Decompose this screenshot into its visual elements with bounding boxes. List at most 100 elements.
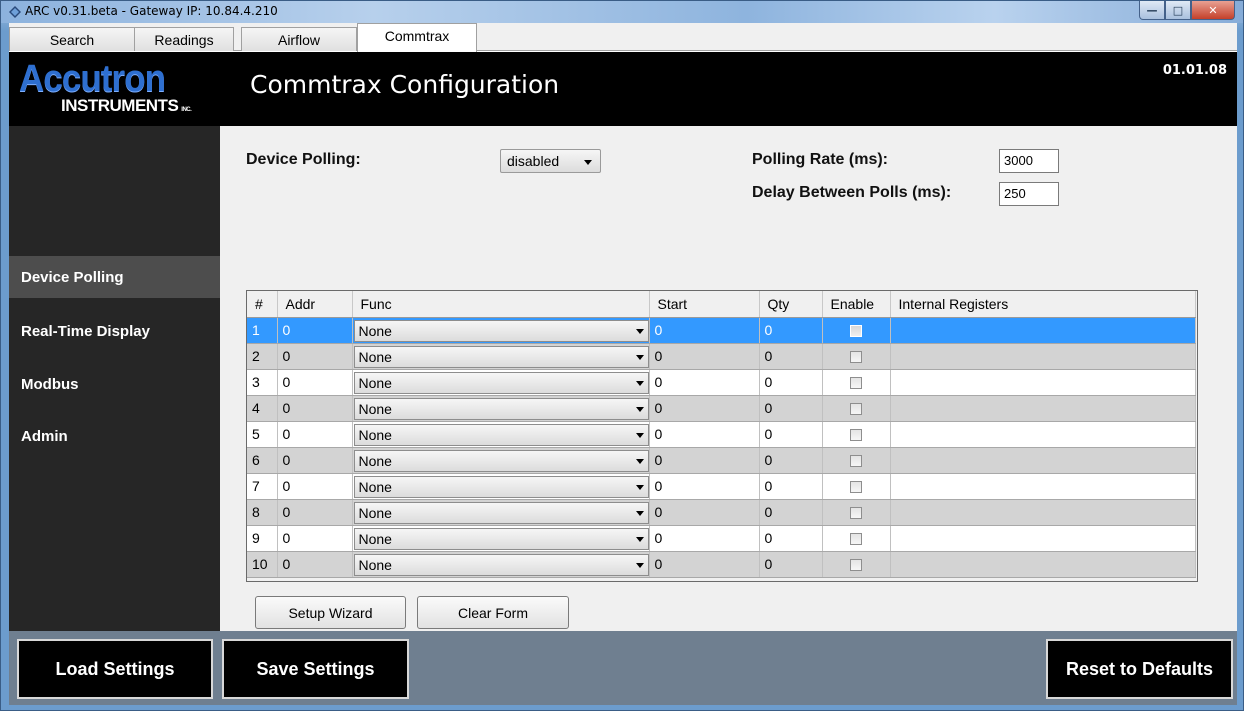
qty-cell[interactable]: 0: [759, 551, 823, 578]
column-header-func[interactable]: Func: [352, 291, 650, 318]
column-header-enable[interactable]: Enable: [822, 291, 891, 318]
table-row[interactable]: 2 0 None 0 0: [247, 343, 1196, 370]
polling-grid[interactable]: # Addr Func Start Qty Enable Internal Re…: [246, 290, 1198, 582]
start-cell[interactable]: 0: [649, 343, 760, 370]
enable-cell[interactable]: [822, 525, 891, 552]
enable-cell[interactable]: [822, 447, 891, 474]
table-row[interactable]: 10 0 None 0 0: [247, 551, 1196, 578]
sidebar-item-device-polling[interactable]: Device Polling: [9, 256, 220, 298]
maximize-icon[interactable]: □: [1165, 1, 1191, 20]
clear-form-button[interactable]: Clear Form: [417, 596, 569, 629]
enable-checkbox[interactable]: [850, 429, 862, 442]
func-select[interactable]: None: [353, 319, 649, 342]
column-header-internal-registers[interactable]: Internal Registers: [890, 291, 1196, 318]
addr-cell[interactable]: 0: [277, 421, 353, 448]
setup-wizard-button[interactable]: Setup Wizard: [255, 596, 406, 629]
func-cell[interactable]: None: [352, 551, 650, 578]
internal-registers-cell[interactable]: [890, 447, 1196, 474]
func-cell[interactable]: None: [352, 395, 650, 422]
addr-cell[interactable]: 0: [277, 395, 353, 422]
start-cell[interactable]: 0: [649, 317, 760, 344]
enable-checkbox[interactable]: [850, 559, 862, 572]
table-row[interactable]: 6 0 None 0 0: [247, 447, 1196, 474]
func-select[interactable]: None: [353, 501, 649, 524]
addr-cell[interactable]: 0: [277, 551, 353, 578]
qty-cell[interactable]: 0: [759, 499, 823, 526]
internal-registers-cell[interactable]: [890, 525, 1196, 552]
func-select[interactable]: None: [353, 345, 649, 368]
addr-cell[interactable]: 0: [277, 369, 353, 396]
func-cell[interactable]: None: [352, 343, 650, 370]
table-row[interactable]: 4 0 None 0 0: [247, 395, 1196, 422]
internal-registers-cell[interactable]: [890, 473, 1196, 500]
start-cell[interactable]: 0: [649, 499, 760, 526]
table-row[interactable]: 8 0 None 0 0: [247, 499, 1196, 526]
start-cell[interactable]: 0: [649, 525, 760, 552]
enable-checkbox[interactable]: [850, 455, 862, 468]
start-cell[interactable]: 0: [649, 421, 760, 448]
qty-cell[interactable]: 0: [759, 317, 823, 344]
qty-cell[interactable]: 0: [759, 343, 823, 370]
start-cell[interactable]: 0: [649, 447, 760, 474]
qty-cell[interactable]: 0: [759, 395, 823, 422]
enable-checkbox[interactable]: [850, 481, 862, 494]
table-row[interactable]: 3 0 None 0 0: [247, 369, 1196, 396]
func-select[interactable]: None: [353, 423, 649, 446]
addr-cell[interactable]: 0: [277, 499, 353, 526]
qty-cell[interactable]: 0: [759, 525, 823, 552]
func-cell[interactable]: None: [352, 499, 650, 526]
polling-rate-input[interactable]: 3000: [999, 149, 1059, 173]
addr-cell[interactable]: 0: [277, 317, 353, 344]
save-settings-button[interactable]: Save Settings: [222, 639, 409, 699]
enable-checkbox[interactable]: [850, 351, 862, 364]
internal-registers-cell[interactable]: [890, 421, 1196, 448]
func-cell[interactable]: None: [352, 473, 650, 500]
addr-cell[interactable]: 0: [277, 473, 353, 500]
internal-registers-cell[interactable]: [890, 551, 1196, 578]
enable-cell[interactable]: [822, 499, 891, 526]
load-settings-button[interactable]: Load Settings: [17, 639, 213, 699]
func-select[interactable]: None: [353, 397, 649, 420]
delay-between-polls-input[interactable]: 250: [999, 182, 1059, 206]
table-row[interactable]: 9 0 None 0 0: [247, 525, 1196, 552]
internal-registers-cell[interactable]: [890, 395, 1196, 422]
enable-checkbox[interactable]: [850, 403, 862, 416]
func-cell[interactable]: None: [352, 369, 650, 396]
func-cell[interactable]: None: [352, 447, 650, 474]
title-bar[interactable]: ARC v0.31.beta - Gateway IP: 10.84.4.210…: [1, 1, 1243, 23]
enable-checkbox[interactable]: [850, 507, 862, 520]
func-select[interactable]: None: [353, 527, 649, 550]
internal-registers-cell[interactable]: [890, 499, 1196, 526]
device-polling-select[interactable]: disabled: [500, 149, 601, 173]
sidebar-item-real-time-display[interactable]: Real-Time Display: [9, 310, 220, 352]
func-select[interactable]: None: [353, 475, 649, 498]
internal-registers-cell[interactable]: [890, 317, 1196, 344]
enable-cell[interactable]: [822, 551, 891, 578]
func-select[interactable]: None: [353, 371, 649, 394]
enable-checkbox[interactable]: [850, 533, 862, 546]
start-cell[interactable]: 0: [649, 395, 760, 422]
enable-cell[interactable]: [822, 473, 891, 500]
start-cell[interactable]: 0: [649, 473, 760, 500]
addr-cell[interactable]: 0: [277, 525, 353, 552]
enable-cell[interactable]: [822, 343, 891, 370]
sidebar-item-admin[interactable]: Admin: [9, 415, 220, 457]
func-cell[interactable]: None: [352, 421, 650, 448]
qty-cell[interactable]: 0: [759, 447, 823, 474]
internal-registers-cell[interactable]: [890, 343, 1196, 370]
tab-readings[interactable]: Readings: [134, 27, 234, 51]
minimize-icon[interactable]: —: [1139, 1, 1165, 20]
enable-cell[interactable]: [822, 369, 891, 396]
column-header-num[interactable]: #: [247, 291, 278, 318]
start-cell[interactable]: 0: [649, 369, 760, 396]
func-select[interactable]: None: [353, 449, 649, 472]
enable-checkbox[interactable]: [850, 377, 862, 390]
func-cell[interactable]: None: [352, 525, 650, 552]
func-cell[interactable]: None: [352, 317, 650, 344]
close-icon[interactable]: ✕: [1191, 1, 1235, 20]
reset-to-defaults-button[interactable]: Reset to Defaults: [1046, 639, 1233, 699]
qty-cell[interactable]: 0: [759, 421, 823, 448]
column-header-addr[interactable]: Addr: [277, 291, 353, 318]
sidebar-item-modbus[interactable]: Modbus: [9, 363, 220, 405]
qty-cell[interactable]: 0: [759, 369, 823, 396]
